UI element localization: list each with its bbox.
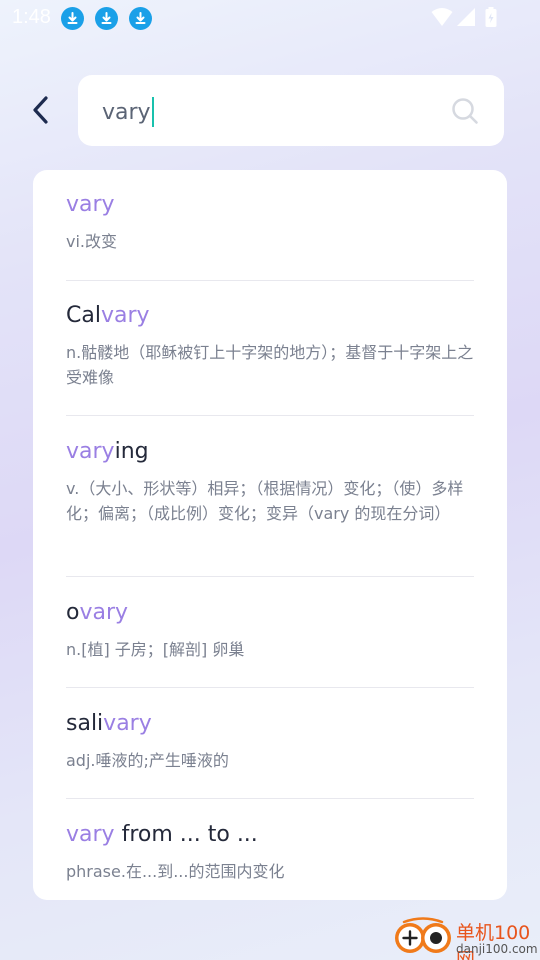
search-input[interactable]: vary [102, 97, 154, 127]
download-icon [61, 7, 84, 30]
status-time: 1:48 [12, 6, 51, 28]
result-item-ovary[interactable]: ovary n.[植] 子房；[解剖] 卵巢 [66, 600, 474, 662]
result-definition: phrase.在...到...的范围内变化 [66, 862, 285, 881]
chevron-left-icon [33, 96, 48, 124]
divider [66, 687, 474, 688]
result-item-vary[interactable]: vary vi.改变 [66, 192, 474, 254]
battery-icon [485, 7, 497, 31]
result-word: vary from ... to ... [66, 822, 258, 847]
result-item-varying[interactable]: varying v.（大小、形状等）相异；（根据情况）变化；（使）多样化；偏离；… [66, 439, 474, 526]
back-button[interactable] [22, 90, 62, 130]
divider [66, 415, 474, 416]
watermark-url: danji100.com [456, 942, 538, 956]
text-caret [151, 97, 154, 127]
result-word: Calvary [66, 303, 150, 328]
divider [66, 576, 474, 577]
watermark: 单机100网 danji100.com [392, 914, 540, 960]
match-highlight: vary [66, 192, 115, 217]
search-box[interactable]: vary [78, 75, 504, 146]
match-highlight: vary [66, 439, 115, 464]
status-bar: 1:48 [0, 0, 540, 36]
match-highlight: vary [79, 600, 129, 625]
divider [66, 798, 474, 799]
watermark-logo-icon [395, 917, 451, 953]
match-highlight: vary [103, 711, 152, 736]
result-word: varying [66, 439, 149, 464]
result-item-calvary[interactable]: Calvary n.骷髅地（耶稣被钉上十字架的地方）；基督于十字架上之受难像 [66, 303, 474, 390]
result-definition: adj.唾液的;产生唾液的 [66, 751, 229, 770]
result-word: ovary [66, 600, 129, 625]
search-icon[interactable] [450, 96, 480, 126]
download-icon [95, 7, 118, 30]
wifi-icon [431, 7, 453, 31]
results-card: vary vi.改变 Calvary n.骷髅地（耶稣被钉上十字架的地方）；基督… [33, 170, 507, 900]
search-query: vary [102, 99, 151, 125]
result-definition: vi.改变 [66, 232, 118, 251]
result-definition: n.骷髅地（耶稣被钉上十字架的地方）；基督于十字架上之受难像 [66, 343, 474, 387]
match-highlight: vary [66, 822, 115, 847]
signal-icon [456, 7, 476, 31]
result-item-salivary[interactable]: salivary adj.唾液的;产生唾液的 [66, 711, 474, 773]
result-definition: v.（大小、形状等）相异；（根据情况）变化；（使）多样化；偏离；（成比例）变化；… [66, 479, 464, 523]
match-highlight: vary [100, 303, 150, 328]
result-word: vary [66, 192, 474, 217]
result-item-vary-from-to[interactable]: vary from ... to ... phrase.在...到...的范围内… [66, 822, 474, 884]
download-icon [129, 7, 152, 30]
result-word: salivary [66, 711, 152, 736]
divider [66, 280, 474, 281]
result-definition: n.[植] 子房；[解剖] 卵巢 [66, 640, 245, 659]
